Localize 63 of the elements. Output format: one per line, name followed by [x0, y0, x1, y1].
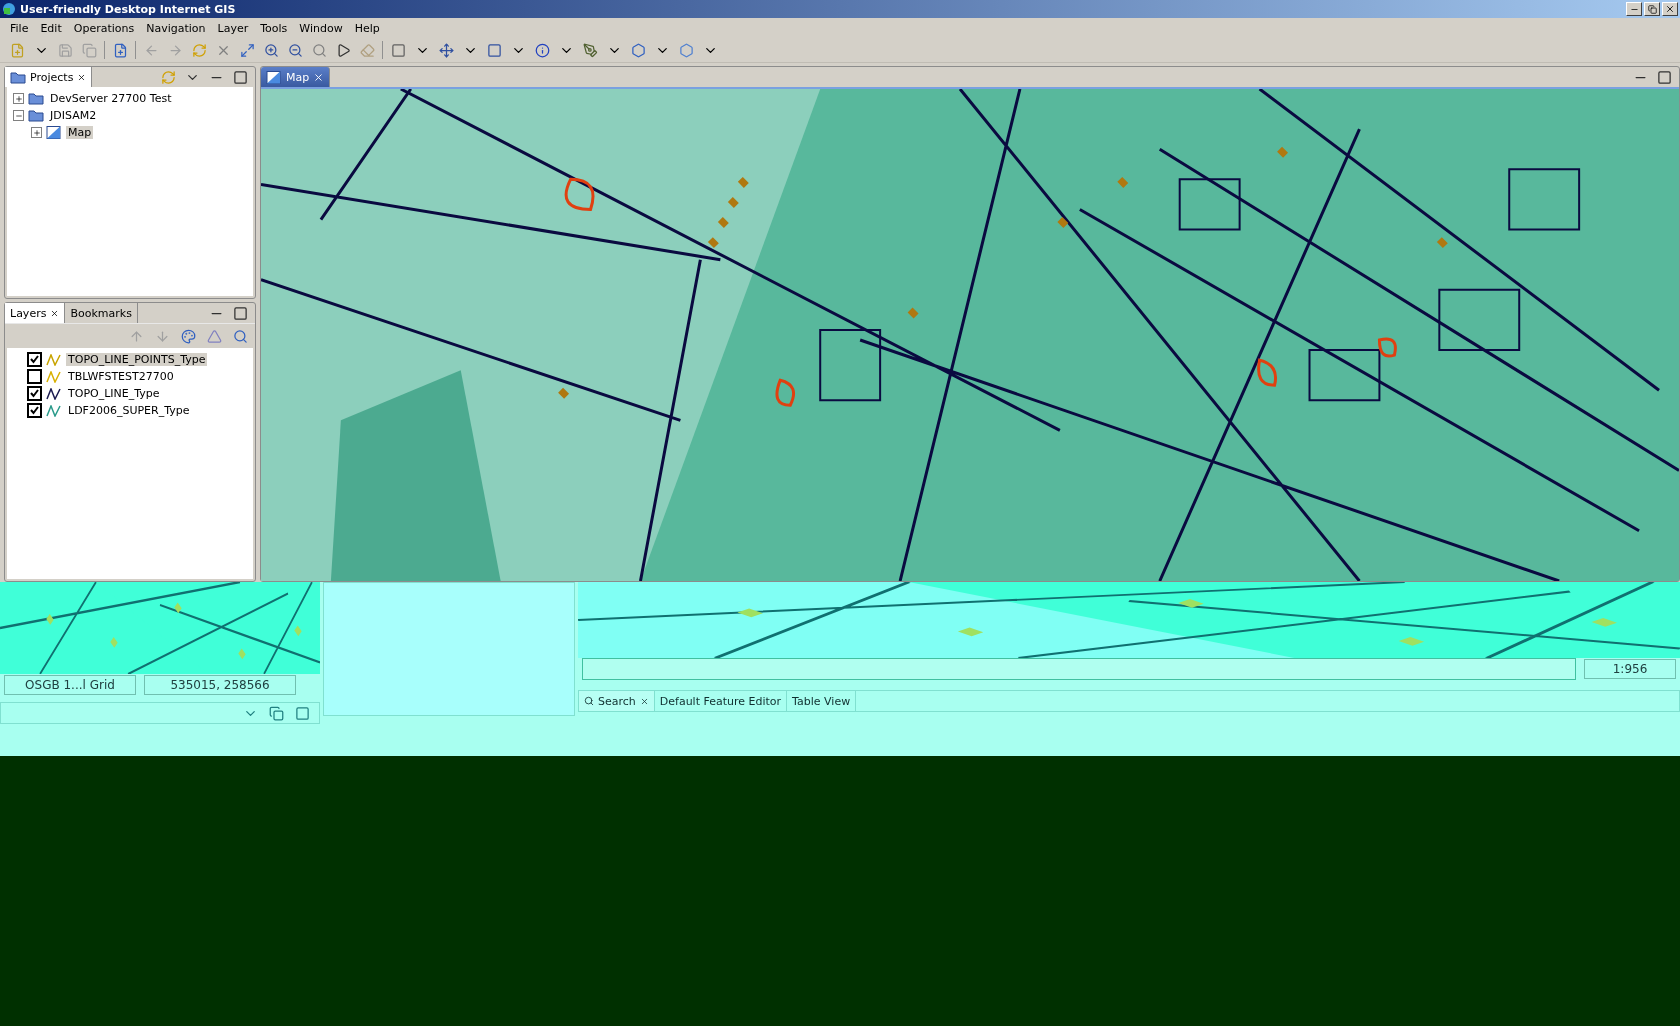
menu-item[interactable]: Navigation	[140, 21, 212, 35]
menu-item[interactable]: File	[4, 21, 35, 35]
maximize-icon[interactable]	[293, 704, 311, 722]
layer-name[interactable]: LDF2006_SUPER_Type	[66, 404, 192, 418]
plus-icon	[32, 128, 41, 137]
crs-field[interactable]: OSGB 1...l Grid	[4, 675, 136, 695]
polygon-icon[interactable]	[629, 41, 647, 59]
maximize-icon[interactable]	[1655, 68, 1673, 86]
zoom-box-icon[interactable]	[310, 41, 328, 59]
projects-tab[interactable]: Projects	[5, 67, 93, 87]
zoom-out-icon[interactable]	[286, 41, 304, 59]
menu-item[interactable]: Tools	[254, 21, 294, 35]
menu-item[interactable]: Window	[293, 21, 349, 35]
info-icon[interactable]	[533, 41, 551, 59]
menu-item[interactable]: Edit	[34, 21, 68, 35]
layer-name[interactable]: TOPO_LINE_POINTS_Type	[66, 353, 208, 367]
folder-icon	[28, 109, 44, 122]
zoom-layer-icon[interactable]	[231, 327, 249, 346]
layer-name[interactable]: TBLWFSTEST27700	[66, 370, 176, 384]
tree-item[interactable]: DevServer 27700 Test	[48, 92, 174, 105]
zoom-in-icon[interactable]	[262, 41, 280, 59]
folder-icon	[28, 92, 44, 105]
close-button[interactable]	[1662, 2, 1678, 16]
expand-toggle[interactable]	[13, 93, 24, 104]
expand-toggle[interactable]	[31, 127, 42, 138]
maximize-icon[interactable]	[231, 304, 249, 323]
menu-item[interactable]: Help	[348, 21, 386, 35]
folder-icon	[10, 70, 26, 84]
close-icon[interactable]	[639, 696, 649, 706]
expand-toggle[interactable]	[13, 110, 24, 121]
restore-icon	[1647, 4, 1657, 14]
minimize-button[interactable]	[1626, 2, 1642, 16]
layer-checkbox[interactable]	[27, 386, 42, 402]
map-tab[interactable]: Map	[261, 67, 331, 87]
menu-item[interactable]: Layer	[211, 21, 255, 35]
tree-item[interactable]: JDISAM2	[48, 109, 99, 122]
map-icon	[46, 126, 62, 139]
maximize-icon[interactable]	[231, 68, 249, 86]
map-icon	[266, 70, 282, 84]
close-icon[interactable]	[313, 71, 325, 83]
layer-checkbox[interactable]	[27, 403, 42, 419]
tree-item[interactable]: Map	[66, 126, 94, 139]
zoom-extent-icon[interactable]	[238, 41, 256, 59]
search-icon	[584, 696, 594, 706]
app-icon	[2, 2, 16, 16]
pan-icon[interactable]	[437, 41, 455, 59]
plus-icon	[14, 94, 23, 103]
style-icon[interactable]	[179, 327, 197, 346]
view-tab[interactable]: Search	[579, 691, 655, 711]
restore-button[interactable]	[1644, 2, 1660, 16]
layer-name[interactable]: TOPO_LINE_Type	[66, 387, 162, 401]
close-icon[interactable]	[77, 72, 87, 82]
menu-item[interactable]: Operations	[67, 21, 141, 35]
window-title: User-friendly Desktop Internet GIS	[20, 2, 236, 16]
edit-line-icon[interactable]	[581, 41, 599, 59]
close-icon[interactable]	[50, 308, 60, 318]
scale-field[interactable]: 1:956	[1584, 659, 1676, 679]
coordinates-field: 535015, 258566	[144, 675, 296, 695]
close-icon	[1665, 4, 1675, 14]
layer-checkbox[interactable]	[27, 352, 42, 368]
layer-checkbox[interactable]	[27, 369, 42, 385]
restore-icon[interactable]	[267, 704, 285, 722]
view-tab[interactable]: Layers	[5, 303, 66, 324]
